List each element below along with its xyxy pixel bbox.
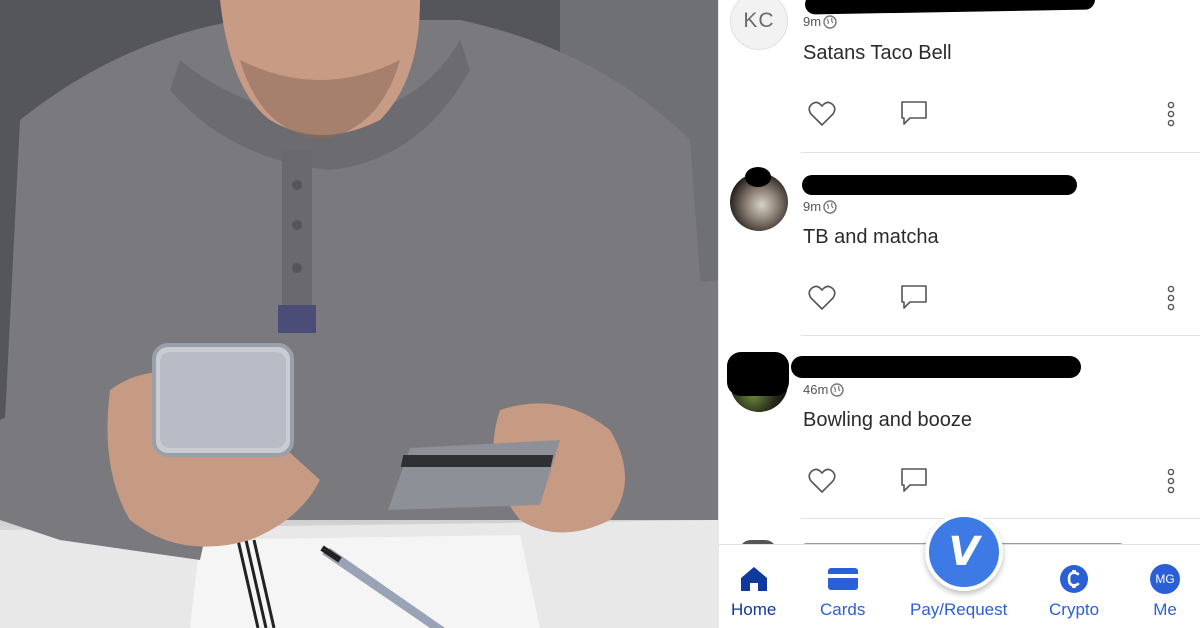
more-options-button[interactable] [1156, 283, 1186, 313]
profile-initials: MG [1155, 572, 1175, 586]
nav-pay-request-label: Pay/Request [910, 600, 1008, 619]
bottom-navigation: Home Cards V Pay/Request Crypto MG Me [719, 513, 1200, 628]
home-icon [740, 567, 767, 591]
redacted-avatar-mark [745, 167, 771, 187]
heart-icon [808, 285, 836, 311]
stock-photo-man-with-phone-and-card [0, 0, 718, 628]
feed-item[interactable]: 46m Bowling and booze [719, 336, 1200, 519]
transaction-note: Bowling and booze [803, 409, 973, 431]
transaction-note: TB and matcha [803, 226, 939, 248]
feed-divider [801, 518, 1200, 519]
nav-me[interactable]: MG Me [1149, 564, 1181, 620]
more-vertical-icon [1167, 101, 1175, 127]
transaction-time: 9m [803, 199, 822, 214]
globe-icon [830, 382, 844, 397]
more-vertical-icon [1167, 468, 1175, 494]
globe-icon [823, 199, 837, 214]
comment-button[interactable] [899, 465, 929, 495]
globe-icon [823, 14, 837, 29]
redacted-name [804, 0, 1096, 15]
nav-me-label: Me [1153, 600, 1177, 619]
nav-crypto-label: Crypto [1049, 600, 1100, 619]
card-icon [827, 568, 858, 590]
feed-item[interactable]: KC 9m Satans Taco Bell [719, 0, 1200, 153]
transaction-meta: 9m [803, 199, 837, 214]
more-vertical-icon [1167, 285, 1175, 311]
redacted-name [791, 356, 1081, 378]
nav-home[interactable]: Home [731, 564, 776, 620]
nav-crypto[interactable]: Crypto [1049, 564, 1099, 620]
nav-home-label: Home [731, 600, 777, 619]
nav-cards-label: Cards [820, 600, 866, 619]
comment-button[interactable] [899, 282, 929, 312]
like-button[interactable] [807, 99, 837, 129]
venmo-app-screen: KC 9m Satans Taco Bell 9m TB and matcha … [719, 0, 1200, 628]
comment-icon [901, 468, 927, 492]
transaction-time: 46m [803, 382, 829, 397]
nav-cards[interactable]: Cards [820, 564, 865, 620]
like-button[interactable] [807, 283, 837, 313]
more-options-button[interactable] [1156, 99, 1186, 129]
transaction-meta: 9m [803, 14, 837, 29]
heart-icon [808, 101, 836, 127]
transaction-note: Satans Taco Bell [803, 42, 952, 64]
redacted-avatar-mark [727, 352, 789, 396]
transaction-time: 9m [803, 14, 822, 29]
profile-avatar-icon: MG [1150, 564, 1180, 594]
nav-pay-request[interactable]: Pay/Request [910, 564, 1007, 620]
comment-button[interactable] [899, 98, 929, 128]
transaction-meta: 46m [803, 382, 844, 397]
comment-icon [901, 285, 927, 309]
crypto-icon [1060, 565, 1089, 593]
like-button[interactable] [807, 466, 837, 496]
heart-icon [808, 468, 836, 494]
avatar-initials: KC [743, 9, 775, 32]
more-options-button[interactable] [1156, 466, 1186, 496]
redacted-name [802, 175, 1077, 195]
photo-illustration [0, 0, 718, 628]
comment-icon [901, 101, 927, 125]
feed-item[interactable]: 9m TB and matcha [719, 153, 1200, 336]
avatar[interactable]: KC [730, 0, 788, 50]
